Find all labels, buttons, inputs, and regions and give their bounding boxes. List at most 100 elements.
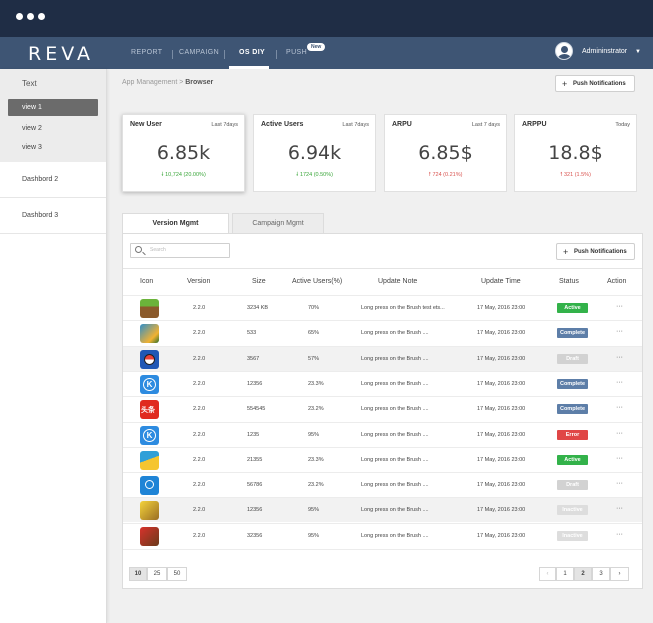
sidebar-item-view-3[interactable]: view 3 (8, 139, 98, 156)
page-button-3[interactable]: 3 (592, 567, 610, 581)
sidebar-group-label[interactable]: Text (22, 79, 37, 88)
broom-cleaner-icon (140, 450, 159, 470)
mario-game-icon (140, 526, 159, 546)
table-row[interactable]: K 2.2.0 12356 23.3% Long press on the Brush … (123, 370, 642, 396)
nav-item-campaign[interactable]: CAMPAIGN (179, 49, 219, 56)
more-actions-icon[interactable]: ··· (616, 430, 623, 437)
stat-card-arpu[interactable]: ARPU Last 7 days 6.85$ 🠕 724 (0.21%) (384, 114, 507, 192)
card-delta: 🠕 724 (0.21%) (428, 172, 463, 178)
more-actions-icon[interactable]: ··· (616, 531, 623, 538)
sidebar-group: Text view 1 view 2 view 3 (0, 69, 106, 162)
card-period: Today (615, 122, 630, 128)
user-avatar-icon[interactable] (555, 42, 573, 60)
status-badge: Inactive (557, 505, 588, 516)
page-size-10[interactable]: 10 (129, 567, 147, 581)
card-value: 6.85k (156, 142, 211, 164)
version-cell: 2.2.0 (193, 482, 206, 489)
page-button-2[interactable]: 2 (574, 567, 592, 581)
more-actions-icon[interactable]: ··· (616, 480, 623, 487)
table-row[interactable]: 2.2.0 12356 95% Long press on the Brush ...… (123, 497, 642, 523)
page-size-50[interactable]: 50 (167, 567, 187, 581)
version-cell: 2.2.0 (193, 456, 206, 463)
sidebar-item-dashbord-2[interactable]: Dashbord 2 (0, 162, 106, 198)
sidebar-item-view-1[interactable]: view 1 (8, 99, 98, 116)
column-header-status[interactable]: Status (559, 278, 579, 285)
page-button-1[interactable]: 1 (556, 567, 574, 581)
more-actions-icon[interactable]: ··· (616, 505, 623, 512)
window-dot-icon[interactable] (38, 13, 45, 20)
status-badge: Draft (557, 353, 588, 364)
update-time-cell: 17 May, 2016 23:00 (477, 431, 526, 438)
tab-campaign-mgmt[interactable]: Campaign Mgmt (232, 213, 324, 233)
column-header-action[interactable]: Action (607, 278, 626, 285)
card-title: ARPPU (522, 121, 547, 128)
push-notifications-button[interactable]: + Push Notifications (555, 75, 635, 92)
nav-divider (224, 50, 225, 59)
more-actions-icon[interactable]: ··· (616, 354, 623, 361)
table-row[interactable]: 2.2.0 533 65% Long press on the Brush .... 1… (123, 320, 642, 345)
nav-divider (172, 50, 173, 59)
column-header-active-users[interactable]: Active Users(%) (292, 278, 342, 285)
card-value: 18.8$ (548, 142, 603, 164)
page-size-25[interactable]: 25 (147, 567, 167, 581)
update-time-cell: 17 May, 2016 23:00 (477, 380, 526, 387)
nav-active-indicator (229, 66, 269, 69)
window-dot-icon[interactable] (16, 13, 23, 20)
card-period: Last 7days (342, 122, 369, 128)
column-header-version[interactable]: Version (187, 278, 210, 285)
column-header-update-note[interactable]: Update Note (378, 278, 417, 285)
nav-item-os-diy[interactable]: OS DIY (239, 49, 265, 56)
caret-down-icon[interactable]: ▼ (635, 49, 641, 55)
card-value: 6.85$ (418, 142, 473, 164)
stat-card-active-users[interactable]: Active Users Last 7days 6.94k 🠗 1724 (0.… (253, 114, 376, 192)
sidebar-item-view-2[interactable]: view 2 (8, 120, 98, 137)
column-header-size[interactable]: Size (252, 278, 266, 285)
table-row[interactable]: 2.2.0 32356 95% Long press on the Brush ...… (123, 522, 642, 548)
stat-card-new-user[interactable]: New User Last 7days 6.85k 🠗 10,724 (20.0… (122, 114, 245, 192)
table-row[interactable]: K 2.2.0 1235 95% Long press on the Brush ...… (123, 421, 642, 447)
column-header-icon[interactable]: Icon (140, 278, 153, 285)
search-input[interactable]: Search (130, 243, 230, 258)
table-row[interactable]: 2.2.0 56786 23.2% Long press on the Brush .… (123, 472, 642, 497)
window-dot-icon[interactable] (27, 13, 34, 20)
active-users-cell: 23.3% (308, 456, 324, 463)
more-actions-icon[interactable]: ··· (616, 303, 623, 310)
update-note-cell: Long press on the Brush .... (361, 355, 429, 362)
size-cell: 3234 KB (247, 305, 269, 311)
update-note-cell: Long press on the Brush .... (361, 431, 429, 438)
version-cell: 2.2.0 (193, 532, 206, 539)
update-note-cell: Long press on the Brush .... (361, 330, 429, 337)
sidebar-item-dashbord-3[interactable]: Dashbord 3 (0, 198, 106, 234)
status-badge: Complete (557, 328, 588, 339)
more-actions-icon[interactable]: ··· (616, 379, 623, 386)
more-actions-icon[interactable]: ··· (616, 328, 623, 335)
next-page-icon[interactable]: › (610, 567, 629, 581)
column-header-update-time[interactable]: Update Time (481, 278, 521, 285)
breadcrumb-parent[interactable]: App Management > (122, 79, 183, 86)
more-actions-icon[interactable]: ··· (616, 404, 623, 411)
tab-version-mgmt[interactable]: Version Mgmt (122, 213, 229, 233)
stat-card-arppu[interactable]: ARPPU Today 18.8$ 🠕 321 (1.5%) (514, 114, 637, 192)
active-users-cell: 95% (308, 431, 320, 438)
card-title: Active Users (261, 121, 304, 128)
table-row[interactable]: 头条 2.2.0 554545 23.2% Long press on the Brus… (123, 396, 642, 421)
table-row[interactable]: 2.2.0 3234 KB 70% Long press on the Brush t… (123, 295, 642, 320)
nav-item-push[interactable]: PUSH (286, 49, 307, 56)
table-push-notifications-button[interactable]: + Push Notifications (556, 243, 635, 260)
table-row[interactable]: 2.2.0 21355 23.3% Long press on the Brush .… (123, 446, 642, 472)
active-users-cell: 95% (308, 507, 320, 514)
more-actions-icon[interactable]: ··· (616, 455, 623, 462)
card-period: Last 7days (211, 122, 238, 128)
nav-item-report[interactable]: REPORT (131, 49, 162, 56)
update-time-cell: 17 May, 2016 23:00 (477, 456, 526, 463)
size-cell: 12356 (247, 507, 263, 514)
user-name[interactable]: Admininstrator (582, 48, 627, 55)
arrow-down-icon: 🠗 (161, 172, 164, 178)
table-row[interactable]: 2.2.0 3567 57% Long press on the Brush ....… (123, 345, 642, 371)
update-time-cell: 17 May, 2016 23:00 (477, 482, 526, 489)
update-time-cell: 17 May, 2016 23:00 (477, 355, 526, 362)
size-cell: 3567 (247, 355, 260, 362)
prev-page-icon[interactable]: ‹ (539, 567, 556, 581)
nav-divider (276, 50, 277, 59)
update-note-cell: Long press on the Brush .... (361, 456, 429, 463)
